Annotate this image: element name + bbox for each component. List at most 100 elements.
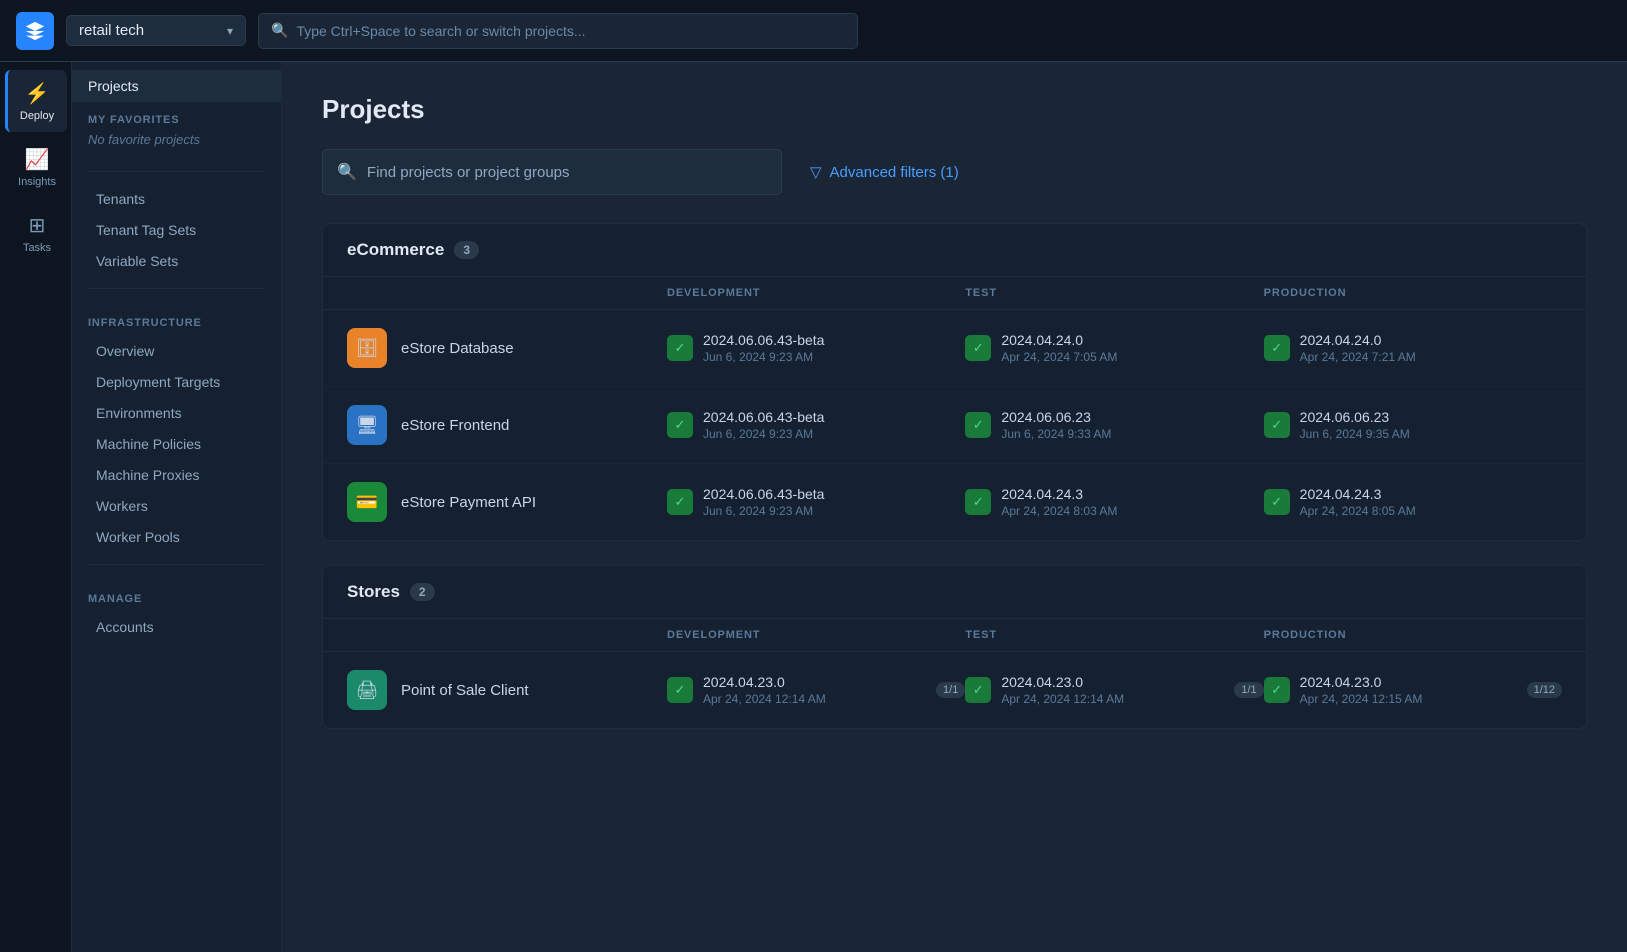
tasks-icon: ⊞ <box>29 213 46 238</box>
manage-section-label: MANAGE <box>72 577 281 611</box>
sidebar-item-variable-sets[interactable]: Variable Sets <box>80 246 273 276</box>
nav-label-deploy: Deploy <box>20 110 54 122</box>
project-name-point-of-sale-client: Point of Sale Client <box>401 682 529 699</box>
th-project-stores <box>347 629 667 641</box>
project-row-estore-frontend[interactable]: 🖥 eStore Frontend ✓ 2024.06.06.43-beta J… <box>323 387 1586 464</box>
org-selector[interactable]: retail tech ▾ <box>66 15 246 46</box>
group-count-stores: 2 <box>410 583 435 601</box>
deploy-date-prod-estore-database: Apr 24, 2024 7:21 AM <box>1300 350 1416 364</box>
deploy-version-dev-estore-payment-api: 2024.06.06.43-beta <box>703 486 824 502</box>
group-name-ecommerce: eCommerce <box>347 240 444 260</box>
deploy-date-test-estore-frontend: Jun 6, 2024 9:33 AM <box>1001 427 1111 441</box>
deploy-info-dev-estore-database: 2024.06.06.43-beta Jun 6, 2024 9:23 AM <box>703 332 824 364</box>
deploy-cell-prod-estore-payment-api: ✓ 2024.04.24.3 Apr 24, 2024 8:05 AM <box>1264 486 1562 518</box>
project-name-estore-database: eStore Database <box>401 340 514 357</box>
project-icon-estore-database: 🗄 <box>347 328 387 368</box>
deploy-cell-prod-estore-frontend: ✓ 2024.06.06.23 Jun 6, 2024 9:35 AM <box>1264 409 1562 441</box>
nav-item-tasks[interactable]: ⊞ Tasks <box>5 202 67 264</box>
project-name-estore-frontend: eStore Frontend <box>401 417 509 434</box>
topbar: retail tech ▾ 🔍 <box>0 0 1627 62</box>
deploy-date-dev-estore-payment-api: Jun 6, 2024 9:23 AM <box>703 504 824 518</box>
sidebar-item-worker-pools[interactable]: Worker Pools <box>80 522 273 552</box>
project-icon-estore-payment-api: 💳 <box>347 482 387 522</box>
deploy-date-prod-estore-frontend: Jun 6, 2024 9:35 AM <box>1300 427 1410 441</box>
project-row-estore-database[interactable]: 🗄 eStore Database ✓ 2024.06.06.43-beta J… <box>323 310 1586 387</box>
nav-item-insights[interactable]: 📈 Insights <box>5 136 67 198</box>
project-search-box[interactable]: 🔍 <box>322 149 782 195</box>
check-badge-dev-estore-frontend: ✓ <box>667 412 693 438</box>
deploy-version-dev-estore-database: 2024.06.06.43-beta <box>703 332 824 348</box>
deploy-cell-dev-estore-frontend: ✓ 2024.06.06.43-beta Jun 6, 2024 9:23 AM <box>667 409 965 441</box>
check-badge-test-estore-database: ✓ <box>965 335 991 361</box>
chevron-down-icon: ▾ <box>227 24 233 38</box>
deploy-info-prod-estore-payment-api: 2024.04.24.3 Apr 24, 2024 8:05 AM <box>1300 486 1416 518</box>
nav-item-deploy[interactable]: ⚡ Deploy <box>5 70 67 132</box>
sidebar-projects-header[interactable]: Projects <box>72 70 281 102</box>
group-header-stores: Stores 2 <box>323 566 1586 619</box>
deploy-info-dev-estore-frontend: 2024.06.06.43-beta Jun 6, 2024 9:23 AM <box>703 409 824 441</box>
th-project-ecommerce <box>347 287 667 299</box>
check-badge-prod-estore-database: ✓ <box>1264 335 1290 361</box>
groups-container: eCommerce 3 DEVELOPMENT TEST PRODUCTION … <box>322 223 1587 729</box>
deploy-badge-dev-point-of-sale-client: 1/1 <box>936 682 965 698</box>
no-favorites-text: No favorite projects <box>88 132 265 147</box>
deploy-version-prod-point-of-sale-client: 2024.04.23.0 <box>1300 674 1423 690</box>
logo-button[interactable] <box>16 12 54 50</box>
deploy-version-prod-estore-payment-api: 2024.04.24.3 <box>1300 486 1416 502</box>
sidebar-item-tenants[interactable]: Tenants <box>80 184 273 214</box>
deploy-cell-dev-estore-database: ✓ 2024.06.06.43-beta Jun 6, 2024 9:23 AM <box>667 332 965 364</box>
deploy-info-test-estore-database: 2024.04.24.0 Apr 24, 2024 7:05 AM <box>1001 332 1117 364</box>
nav-label-tasks: Tasks <box>23 242 51 254</box>
project-row-estore-payment-api[interactable]: 💳 eStore Payment API ✓ 2024.06.06.43-bet… <box>323 464 1586 540</box>
project-icon-estore-frontend: 🖥 <box>347 405 387 445</box>
deploy-info-prod-estore-database: 2024.04.24.0 Apr 24, 2024 7:21 AM <box>1300 332 1416 364</box>
group-header-ecommerce: eCommerce 3 <box>323 224 1586 277</box>
deploy-info-dev-point-of-sale-client: 2024.04.23.0 Apr 24, 2024 12:14 AM <box>703 674 826 706</box>
favorites-section: MY FAVORITES No favorite projects <box>72 102 281 159</box>
th-prod-stores: PRODUCTION <box>1264 629 1562 641</box>
project-search-icon: 🔍 <box>337 162 357 182</box>
content-area: Projects 🔍 ▽ Advanced filters (1) eComme… <box>282 62 1627 952</box>
check-badge-dev-estore-payment-api: ✓ <box>667 489 693 515</box>
advanced-filters-button[interactable]: ▽ Advanced filters (1) <box>798 155 971 189</box>
project-info-estore-payment-api: 💳 eStore Payment API <box>347 482 667 522</box>
th-test-stores: TEST <box>965 629 1263 641</box>
sidebar-item-environments[interactable]: Environments <box>80 398 273 428</box>
deploy-info-prod-estore-frontend: 2024.06.06.23 Jun 6, 2024 9:35 AM <box>1300 409 1410 441</box>
deploy-badge-prod-point-of-sale-client: 1/12 <box>1527 682 1562 698</box>
deploy-version-test-estore-database: 2024.04.24.0 <box>1001 332 1117 348</box>
deploy-info-dev-estore-payment-api: 2024.06.06.43-beta Jun 6, 2024 9:23 AM <box>703 486 824 518</box>
check-badge-prod-point-of-sale-client: ✓ <box>1264 677 1290 703</box>
projects-table-stores: DEVELOPMENT TEST PRODUCTION 🖨 Point of S… <box>323 619 1586 728</box>
advanced-filters-label: Advanced filters (1) <box>830 164 959 181</box>
nav-label-insights: Insights <box>18 176 56 188</box>
deploy-date-prod-point-of-sale-client: Apr 24, 2024 12:15 AM <box>1300 692 1423 706</box>
filter-icon: ▽ <box>810 163 822 181</box>
sidebar-item-deployment-targets[interactable]: Deployment Targets <box>80 367 273 397</box>
deploy-version-dev-point-of-sale-client: 2024.04.23.0 <box>703 674 826 690</box>
sidebar-item-accounts[interactable]: Accounts <box>80 612 273 642</box>
sidebar-item-machine-policies[interactable]: Machine Policies <box>80 429 273 459</box>
deploy-date-dev-point-of-sale-client: Apr 24, 2024 12:14 AM <box>703 692 826 706</box>
deploy-date-test-estore-database: Apr 24, 2024 7:05 AM <box>1001 350 1117 364</box>
sidebar-item-overview[interactable]: Overview <box>80 336 273 366</box>
sidebar-divider-3 <box>88 564 265 565</box>
deploy-version-test-point-of-sale-client: 2024.04.23.0 <box>1001 674 1124 690</box>
sidebar-item-tenant-tag-sets[interactable]: Tenant Tag Sets <box>80 215 273 245</box>
th-prod-ecommerce: PRODUCTION <box>1264 287 1562 299</box>
global-search-input[interactable] <box>296 23 845 39</box>
insights-icon: 📈 <box>25 147 50 172</box>
deploy-date-test-point-of-sale-client: Apr 24, 2024 12:14 AM <box>1001 692 1124 706</box>
deploy-cell-test-estore-database: ✓ 2024.04.24.0 Apr 24, 2024 7:05 AM <box>965 332 1263 364</box>
project-row-point-of-sale-client[interactable]: 🖨 Point of Sale Client ✓ 2024.04.23.0 Ap… <box>323 652 1586 728</box>
global-search[interactable]: 🔍 <box>258 13 858 49</box>
deploy-date-prod-estore-payment-api: Apr 24, 2024 8:05 AM <box>1300 504 1416 518</box>
deploy-version-dev-estore-frontend: 2024.06.06.43-beta <box>703 409 824 425</box>
project-search-input[interactable] <box>367 164 767 181</box>
sidebar-item-machine-proxies[interactable]: Machine Proxies <box>80 460 273 490</box>
check-badge-dev-point-of-sale-client: ✓ <box>667 677 693 703</box>
check-badge-test-estore-frontend: ✓ <box>965 412 991 438</box>
check-badge-prod-estore-frontend: ✓ <box>1264 412 1290 438</box>
sidebar-divider-1 <box>88 171 265 172</box>
sidebar-item-workers[interactable]: Workers <box>80 491 273 521</box>
